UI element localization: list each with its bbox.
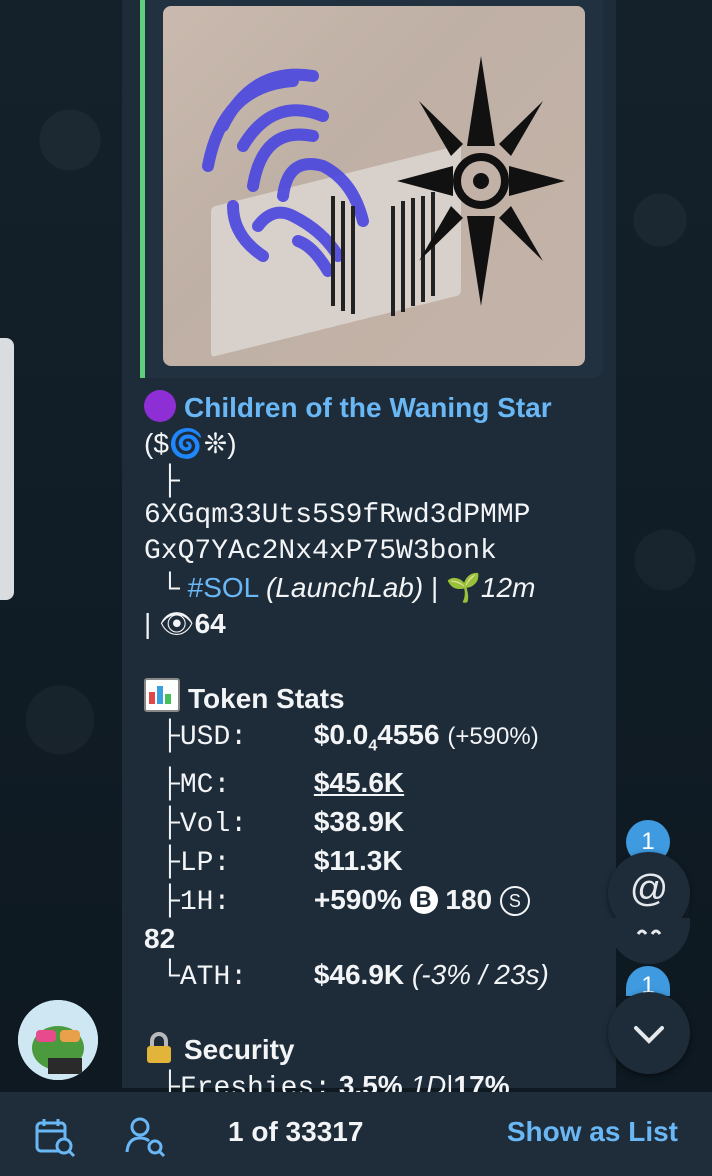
stat-label: USD: xyxy=(179,722,248,753)
message-body: Children of the Waning Star ($🌀❊) ├ 6XGq… xyxy=(144,390,604,1107)
eye-icon: 👁 xyxy=(159,608,195,639)
chevron-down-icon xyxy=(634,1026,664,1044)
show-as-list-button[interactable]: Show as List xyxy=(507,1116,678,1148)
stat-label: ATH: xyxy=(179,961,248,993)
result-counter: 1 of 33317 xyxy=(228,1116,364,1147)
lock-icon xyxy=(144,1031,174,1064)
reactions-button[interactable] xyxy=(608,918,690,964)
reaction-icon xyxy=(636,929,662,935)
stat-extra: (+590%) xyxy=(447,723,539,750)
at-icon: @ xyxy=(629,868,669,910)
buy-count: 180 xyxy=(445,883,493,915)
stat-prefix: ├ xyxy=(160,805,180,837)
user-search-icon[interactable] xyxy=(124,1116,166,1158)
contract-address-1[interactable]: 6XGqm33Uts5S9fRwd3dPMMP xyxy=(144,498,604,534)
chain-line: └ #SOL (LaunchLab) | 🌱12m xyxy=(144,570,604,606)
sell-s-icon: S xyxy=(499,885,530,916)
search-results-bar: 1 of 33317 Show as List xyxy=(0,1092,712,1176)
edge-handle[interactable] xyxy=(0,338,14,600)
separator: | xyxy=(144,608,152,639)
stat-value: $0.044556 xyxy=(313,719,440,755)
stat-row-1h: ├1H: +590% B 180 S xyxy=(144,882,604,921)
stat-label: 1H: xyxy=(179,886,231,918)
stat-extra: (-3% / 23s) xyxy=(411,958,549,990)
token-stats-heading-line: Token Stats xyxy=(144,678,604,717)
stat-row-usd: ├USD: $0.044556 (+590%) xyxy=(144,717,604,765)
token-image[interactable] xyxy=(163,6,585,366)
stat-value: $11.3K xyxy=(313,844,403,876)
ticker-line: ($🌀❊) xyxy=(144,426,604,462)
stat-value: $38.9K xyxy=(313,805,405,837)
branch-line: ├ xyxy=(144,462,604,498)
fingerprint-star-graphic xyxy=(202,56,565,316)
platform-text: (LaunchLab) xyxy=(265,572,424,603)
stat-prefix: ├ xyxy=(160,883,180,915)
stat-label: LP: xyxy=(179,847,231,879)
stat-prefix: ├ xyxy=(160,844,180,876)
bar-chart-icon xyxy=(144,678,180,712)
sol-hashtag[interactable]: #SOL xyxy=(188,572,259,603)
chain-prefix: └ xyxy=(160,572,180,603)
security-heading-line: Security xyxy=(144,1031,604,1068)
stat-prefix: └ xyxy=(160,958,180,990)
views-line: | 👁64 xyxy=(144,606,604,642)
buy-b-icon: B xyxy=(409,885,438,914)
avatar[interactable] xyxy=(18,1000,98,1080)
pepe-avatar-icon xyxy=(18,1000,98,1080)
stat-row-lp: ├LP: $11.3K xyxy=(144,843,604,882)
scroll-down-button[interactable] xyxy=(608,992,690,1074)
calendar-search-icon[interactable] xyxy=(34,1116,76,1158)
sell-count: 82 xyxy=(144,922,176,954)
token-title-line: Children of the Waning Star xyxy=(144,390,604,426)
stat-row-mc: ├MC: $45.6K xyxy=(144,765,604,804)
security-heading: Security xyxy=(184,1033,295,1065)
mc-value-link[interactable]: $45.6K xyxy=(314,767,404,798)
stat-label: Vol: xyxy=(179,808,248,840)
stat-row-ath: └ATH: $46.9K (-3% / 23s) xyxy=(144,957,604,996)
separator: | xyxy=(430,572,439,603)
ticker-text: ($🌀❊) xyxy=(144,428,237,459)
seedling-icon: 🌱 xyxy=(446,572,481,603)
branch-glyph: ├ xyxy=(160,464,180,495)
stat-label: MC: xyxy=(179,769,231,801)
stat-value: $46.9K xyxy=(313,958,405,990)
stat-row-vol: ├Vol: $38.9K xyxy=(144,804,604,843)
stat-value: +590% xyxy=(313,883,402,915)
stat-prefix: ├ xyxy=(160,766,180,798)
token-title-link[interactable]: Children of the Waning Star xyxy=(184,392,552,423)
stat-prefix: ├ xyxy=(160,719,180,750)
token-stats-heading: Token Stats xyxy=(188,683,345,714)
age-text: 12m xyxy=(480,572,536,603)
views-count: 64 xyxy=(194,608,226,639)
message-media[interactable] xyxy=(140,0,603,378)
contract-address-2[interactable]: GxQ7YAc2Nx4xP75W3bonk xyxy=(144,534,604,570)
purple-circle-icon xyxy=(144,390,176,422)
